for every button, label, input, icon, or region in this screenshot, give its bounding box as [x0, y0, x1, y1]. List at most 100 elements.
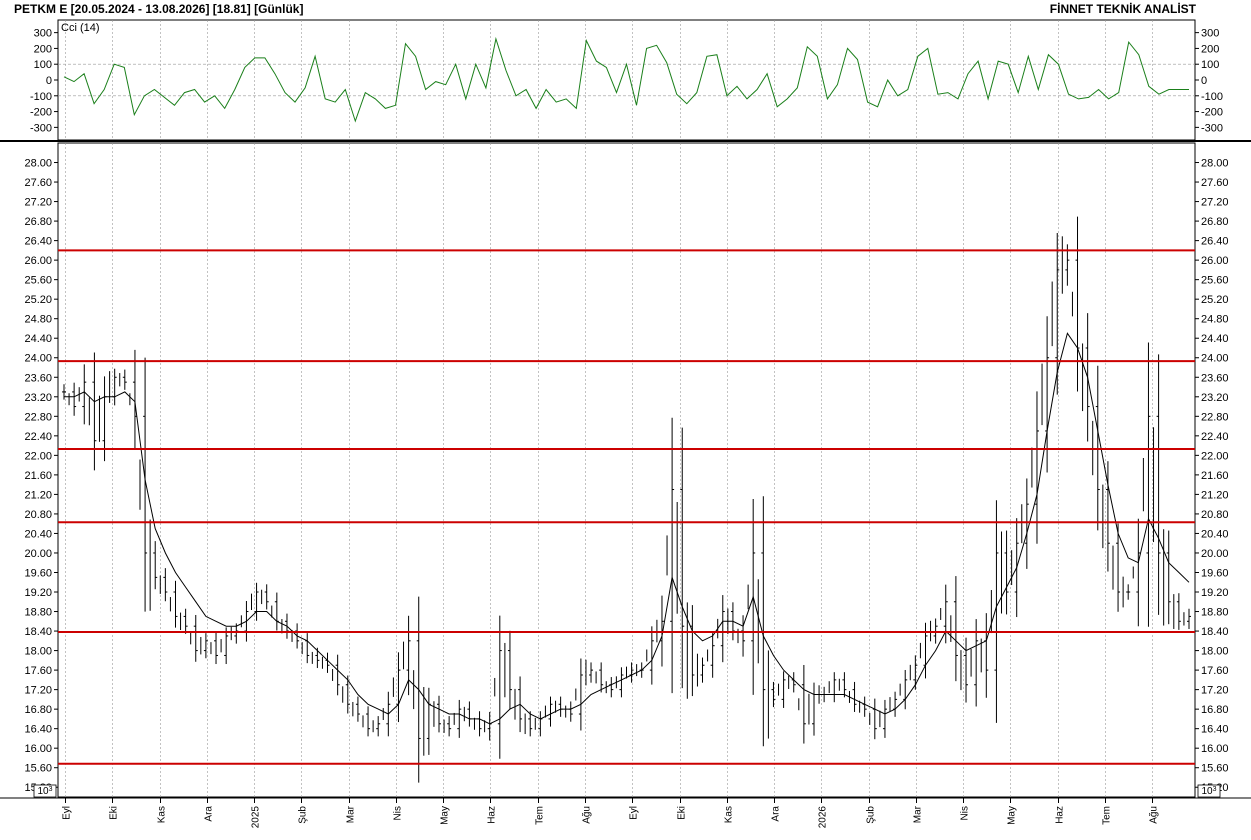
price-bar [812, 682, 820, 736]
cci-y-tick-label-right: 200 [1201, 43, 1219, 55]
price-y-tick-label-right: 27.60 [1201, 177, 1229, 189]
cci-y-tick-label: 0 [46, 75, 52, 87]
price-bar [355, 696, 364, 728]
cci-y-tick-label: 200 [34, 43, 52, 55]
price-bar [568, 688, 577, 722]
x-tick-label: 2025 [251, 806, 262, 829]
price-bar [72, 382, 80, 416]
cci-y-tick-label-right: -300 [1201, 122, 1223, 134]
price-bar [193, 614, 202, 662]
price-bar [933, 607, 942, 644]
price-y-tick-label: 20.40 [24, 528, 52, 540]
price-bar [1075, 216, 1084, 412]
price-y-tick-label-right: 16.00 [1201, 743, 1229, 755]
x-tick-label: Kas [157, 806, 168, 823]
x-tick-label: Ara [771, 806, 782, 822]
price-bar [710, 618, 719, 678]
price-panel-frame [57, 142, 1196, 798]
price-bar [578, 658, 587, 731]
price-bar [822, 681, 830, 703]
price-y-tick-label: 24.00 [24, 353, 52, 365]
price-bar [994, 500, 1002, 723]
price-bar [416, 596, 425, 783]
price-bar [538, 705, 546, 737]
price-y-tick-label-right: 16.80 [1201, 704, 1229, 716]
x-tick-label: Mar [913, 805, 924, 823]
price-bar [964, 637, 972, 703]
price-y-tick-label-right: 20.00 [1201, 548, 1229, 560]
x-tick-label: 2026 [818, 806, 829, 829]
price-y-tick-label-right: 25.60 [1201, 275, 1229, 287]
price-bar [274, 592, 283, 634]
chart-svg[interactable]: Eyl Eki Kas Ara 2025 Şub Mar Nis May Haz Tem Ağu Eyl… [0, 0, 1251, 840]
price-bar [497, 615, 506, 759]
price-bar [406, 615, 415, 710]
scale-label-right-exp: 3 [1213, 786, 1217, 793]
price-bar [852, 681, 861, 713]
x-tick-label: Ağu [1149, 806, 1160, 824]
cci-y-tick-label: 300 [34, 28, 52, 40]
price-bar [1176, 593, 1185, 630]
price-bar [122, 369, 131, 406]
price-bar [923, 620, 932, 679]
price-y-tick-label-right: 18.40 [1201, 626, 1229, 638]
price-bar [761, 496, 769, 747]
price-y-tick-label: 23.20 [24, 392, 52, 404]
scale-label-left-exp: 3 [49, 786, 53, 793]
cci-y-tick-label: -200 [30, 107, 52, 119]
price-bar [173, 580, 182, 631]
price-y-tick-label-right: 28.00 [1201, 158, 1229, 170]
price-bar [649, 619, 658, 685]
price-bar [457, 699, 465, 738]
price-bar [376, 708, 384, 737]
price-bar [791, 672, 800, 711]
price-bar [183, 608, 192, 645]
price-bar [112, 368, 121, 406]
price-y-tick-label-right: 22.40 [1201, 431, 1229, 443]
cci-y-tick-label: 100 [34, 59, 52, 71]
price-y-tick-label-right: 19.60 [1201, 567, 1229, 579]
price-y-tick-label: 24.40 [24, 333, 52, 345]
price-y-tick-label: 16.00 [24, 743, 52, 755]
price-bar [143, 357, 151, 612]
price-y-tick-label: 27.20 [24, 197, 52, 209]
price-y-tick-label-right: 20.40 [1201, 528, 1229, 540]
price-bar [437, 695, 445, 733]
price-bar [163, 568, 171, 612]
price-bar [1187, 608, 1191, 629]
price-y-tick-label-right: 17.60 [1201, 665, 1229, 677]
x-tick-label: Tem [535, 806, 546, 825]
price-y-tick-label-right: 21.20 [1201, 489, 1229, 501]
moving-average-line [64, 332, 1190, 725]
price-y-tick-label: 26.40 [24, 236, 52, 248]
price-bar [1095, 365, 1104, 549]
price-y-tick-label: 26.00 [24, 255, 52, 267]
price-bar [214, 632, 222, 665]
price-y-tick-label: 28.00 [24, 158, 52, 170]
price-y-tick-label: 22.80 [24, 411, 52, 423]
cci-y-tick-label: -300 [30, 122, 52, 134]
price-bar [862, 696, 871, 725]
price-bar [882, 697, 891, 738]
price-y-tick-label: 25.60 [24, 275, 52, 287]
price-bar [872, 698, 881, 740]
price-y-tick-label-right: 24.80 [1201, 314, 1229, 326]
x-tick-label: Eyl [629, 806, 640, 820]
cci-y-tick-label-right: 100 [1201, 59, 1219, 71]
price-y-tick-label: 21.60 [24, 470, 52, 482]
price-y-tick-label: 17.60 [24, 665, 52, 677]
price-bar [1045, 281, 1053, 473]
cci-y-tick-label-right: -100 [1201, 91, 1223, 103]
price-bar [751, 498, 759, 695]
price-y-tick-label-right: 22.80 [1201, 411, 1229, 423]
price-bar [305, 633, 313, 664]
chart-window: PETKM E [20.05.2024 - 13.08.2026] [18.81… [0, 0, 1251, 840]
x-tick-label: Şub [298, 806, 309, 824]
price-bar [1126, 566, 1134, 600]
price-y-tick-label-right: 16.40 [1201, 724, 1229, 736]
price-bar [153, 541, 161, 594]
price-bar [102, 371, 111, 462]
price-bar [507, 630, 516, 720]
price-bar [295, 623, 303, 655]
price-y-tick-label: 20.00 [24, 548, 52, 560]
